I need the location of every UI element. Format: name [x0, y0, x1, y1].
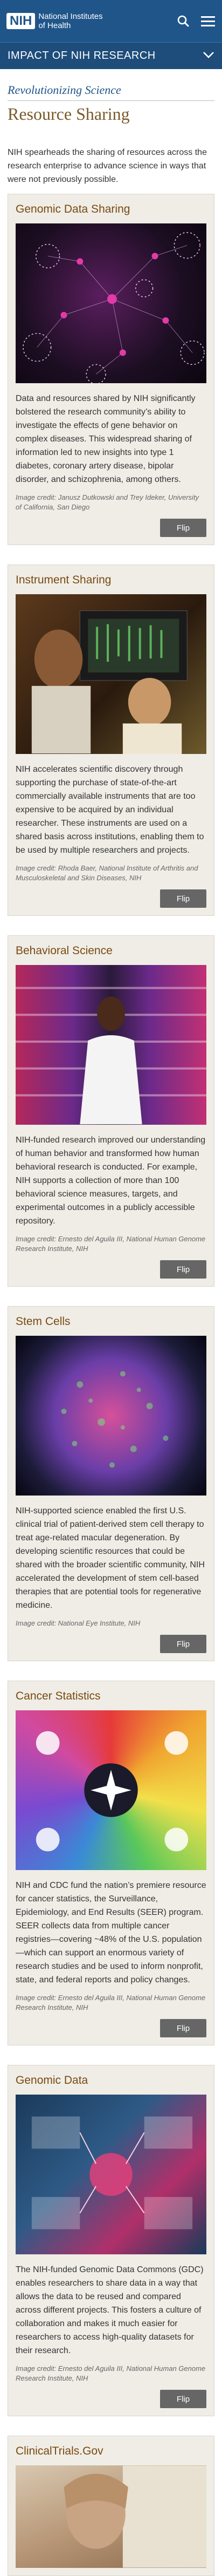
- card-title: Stem Cells: [16, 1315, 71, 1328]
- card-cancer-statistics: Cancer Statistics NIH and CDC fund the n…: [8, 1681, 214, 2045]
- search-icon[interactable]: [176, 13, 191, 29]
- cancer-ribbons-image: [16, 1710, 206, 1870]
- flip-button[interactable]: Flip: [160, 2019, 206, 2037]
- logo-line-2: of Health: [38, 21, 71, 30]
- lab-shelves-researcher-image: [16, 965, 206, 1125]
- card-body: NIH-funded research improved our underst…: [16, 1136, 206, 1226]
- card-genomic-data-sharing: Genomic Data Sharing Data and resources …: [8, 194, 214, 545]
- card-body: NIH accelerates scientific discovery thr…: [16, 765, 204, 855]
- card-title: ClinicalTrials.Gov: [16, 2445, 103, 2457]
- image-credit: Image credit: National Eye Institute, NI…: [16, 1619, 141, 1627]
- flip-button[interactable]: Flip: [160, 2390, 206, 2408]
- image-credit: Image credit: Ernesto del Aguila III, Na…: [16, 2364, 206, 2382]
- nih-logo-text: National Institutes of Health: [38, 12, 102, 30]
- stem-cell-colony-image: [16, 1336, 206, 1496]
- resource-cards: Genomic Data Sharing Data and resources …: [0, 194, 222, 2576]
- card-body: Data and resources shared by NIH signifi…: [16, 394, 196, 484]
- image-credit: Image credit: Janusz Dutkowski and Trey …: [16, 493, 199, 511]
- child-at-window-image: [16, 2465, 206, 2568]
- nih-logo-mark: NIH: [6, 13, 36, 29]
- logo-line-1: National Institutes: [38, 12, 103, 21]
- flip-button[interactable]: Flip: [160, 889, 206, 908]
- intro-section: Revolutionizing Science Resource Sharing…: [0, 69, 222, 194]
- card-body: NIH and CDC fund the nation’s premiere r…: [16, 1881, 206, 1984]
- flip-button[interactable]: Flip: [160, 1635, 206, 1653]
- hamburger-menu-icon[interactable]: [200, 13, 216, 29]
- card-body: NIH-supported science enabled the first …: [16, 1506, 205, 1610]
- intro-text: NIH spearheads the sharing of resources …: [8, 148, 207, 184]
- page-title: Resource Sharing: [8, 104, 130, 124]
- site-header: NIH National Institutes of Health: [0, 0, 222, 42]
- image-credit: Image credit: Rhoda Baer, National Insti…: [16, 864, 198, 882]
- card-title: Behavioral Science: [16, 944, 113, 957]
- flip-button[interactable]: Flip: [160, 519, 206, 537]
- page-kicker: Revolutionizing Science: [8, 83, 121, 97]
- card-instrument-sharing: Instrument Sharing NIH accelerates scien…: [8, 565, 214, 916]
- card-body: The NIH-funded Genomic Data Commons (GDC…: [16, 2265, 204, 2355]
- image-credit: Image credit: Ernesto del Aguila III, Na…: [16, 1235, 206, 1253]
- flip-button[interactable]: Flip: [160, 1260, 206, 1279]
- network-graph-image: [16, 223, 206, 383]
- card-genomic-data: Genomic Data The NIH-funded Genomic Data…: [8, 2065, 214, 2416]
- card-clinicaltrials-gov: ClinicalTrials.Gov: [8, 2436, 214, 2576]
- card-behavioral-science: Behavioral Science NIH-funded research i…: [8, 935, 214, 1287]
- data-commons-illustration-image: [16, 2095, 206, 2254]
- divider: [8, 100, 214, 101]
- nih-logo[interactable]: NIH National Institutes of Health: [6, 12, 103, 30]
- chevron-down-icon: [203, 50, 214, 62]
- section-dropdown[interactable]: IMPACT OF NIH RESEARCH: [0, 42, 222, 69]
- section-dropdown-label: IMPACT OF NIH RESEARCH: [8, 50, 156, 62]
- card-stem-cells: Stem Cells NIH-supported science enabled…: [8, 1306, 214, 1661]
- card-title: Genomic Data: [16, 2074, 88, 2086]
- card-title: Instrument Sharing: [16, 574, 112, 586]
- card-title: Cancer Statistics: [16, 1690, 101, 1702]
- researchers-at-instrument-image: [16, 594, 206, 754]
- image-credit: Image credit: Ernesto del Aguila III, Na…: [16, 1994, 206, 2011]
- card-title: Genomic Data Sharing: [16, 203, 130, 215]
